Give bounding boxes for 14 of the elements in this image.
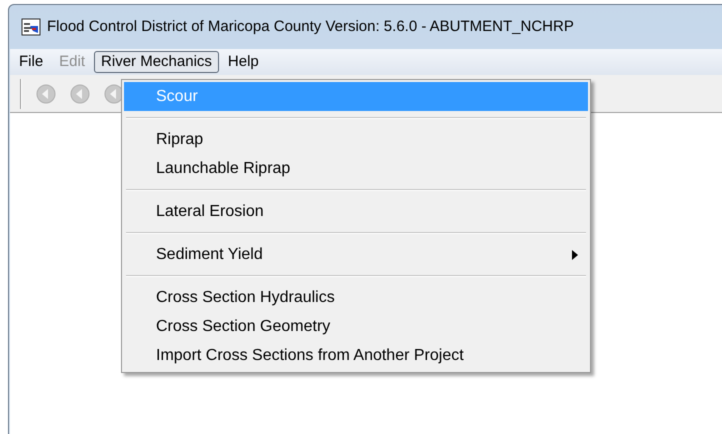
menu-item[interactable]: Lateral Erosion	[124, 197, 588, 226]
menu-item[interactable]: Import Cross Sections from Another Project	[124, 341, 588, 370]
menu-item[interactable]: Riprap	[124, 125, 588, 154]
window-title: Flood Control District of Maricopa County Version: 5.6.0 - ABUTMENT_NCHRP	[47, 16, 574, 37]
menu-item[interactable]: Cross Section Hydraulics	[124, 283, 588, 312]
menu-item[interactable]: Cross Section Geometry	[124, 312, 588, 341]
menu-item[interactable]: Launchable Riprap	[124, 154, 588, 183]
menu-item[interactable]: Sediment Yield	[124, 240, 588, 269]
back-icon[interactable]	[36, 84, 56, 104]
menu-bar-item[interactable]: River Mechanics	[94, 51, 219, 73]
back-icon[interactable]	[70, 84, 90, 104]
menu-bar-item[interactable]: File	[12, 51, 50, 73]
app-icon	[21, 18, 41, 36]
menu-bar-item[interactable]: Help	[220, 51, 266, 73]
